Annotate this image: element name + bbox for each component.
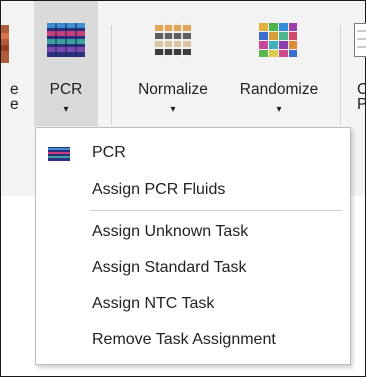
randomize-button-label: Randomize bbox=[239, 81, 319, 98]
menu-item-assign-pcr-fluids[interactable]: Assign PCR Fluids bbox=[36, 173, 350, 205]
menu-item-assign-unknown-task[interactable]: Assign Unknown Task bbox=[36, 215, 350, 247]
normalize-button[interactable]: Normalize ▾ bbox=[121, 1, 225, 126]
menu-item-label: PCR bbox=[92, 144, 126, 161]
partial-left-label-2: e bbox=[10, 96, 19, 113]
partial-plate-icon bbox=[1, 25, 9, 63]
randomize-button[interactable]: Randomize ▾ bbox=[227, 1, 331, 126]
pcr-button-label: PCR bbox=[49, 81, 83, 98]
pcr-plate-icon bbox=[48, 147, 70, 161]
normalize-button-label: Normalize bbox=[138, 81, 208, 98]
chevron-down-icon: ▾ bbox=[276, 104, 282, 115]
ribbon-separator bbox=[111, 25, 112, 125]
menu-item-pcr[interactable]: PCR bbox=[36, 136, 350, 168]
menu-item-label: Assign Unknown Task bbox=[92, 223, 249, 240]
menu-item-remove-task-assignment[interactable]: Remove Task Assignment bbox=[36, 323, 350, 355]
chevron-down-icon: ▾ bbox=[170, 104, 176, 115]
menu-item-label: Remove Task Assignment bbox=[92, 331, 276, 348]
menu-item-assign-standard-task[interactable]: Assign Standard Task bbox=[36, 251, 350, 283]
pcr-dropdown-menu: PCR Assign PCR Fluids Assign Unknown Tas… bbox=[35, 127, 351, 365]
menu-item-assign-ntc-task[interactable]: Assign NTC Task bbox=[36, 287, 350, 319]
pcr-button[interactable]: PCR ▾ bbox=[34, 1, 98, 126]
menu-item-label: Assign NTC Task bbox=[92, 295, 215, 312]
menu-item-label: Assign Standard Task bbox=[92, 259, 247, 276]
partial-left-button[interactable]: e e bbox=[1, 1, 27, 126]
ribbon-separator bbox=[340, 25, 341, 125]
menu-item-label: Assign PCR Fluids bbox=[92, 181, 226, 198]
ribbon-toolbar: e e PCR ▾ Normalize ▾ Randomize ▾ C P bbox=[1, 1, 366, 126]
menu-separator bbox=[90, 210, 342, 211]
partial-right-label-2: P bbox=[357, 96, 366, 113]
window-frame: e e PCR ▾ Normalize ▾ Randomize ▾ C P PC… bbox=[0, 0, 366, 377]
partial-document-icon bbox=[354, 23, 366, 57]
randomize-plate-icon bbox=[259, 23, 297, 57]
normalize-plate-icon bbox=[154, 23, 192, 57]
pcr-plate-icon bbox=[47, 23, 85, 57]
partial-right-button[interactable]: C P bbox=[345, 1, 366, 126]
chevron-down-icon: ▾ bbox=[63, 104, 69, 115]
